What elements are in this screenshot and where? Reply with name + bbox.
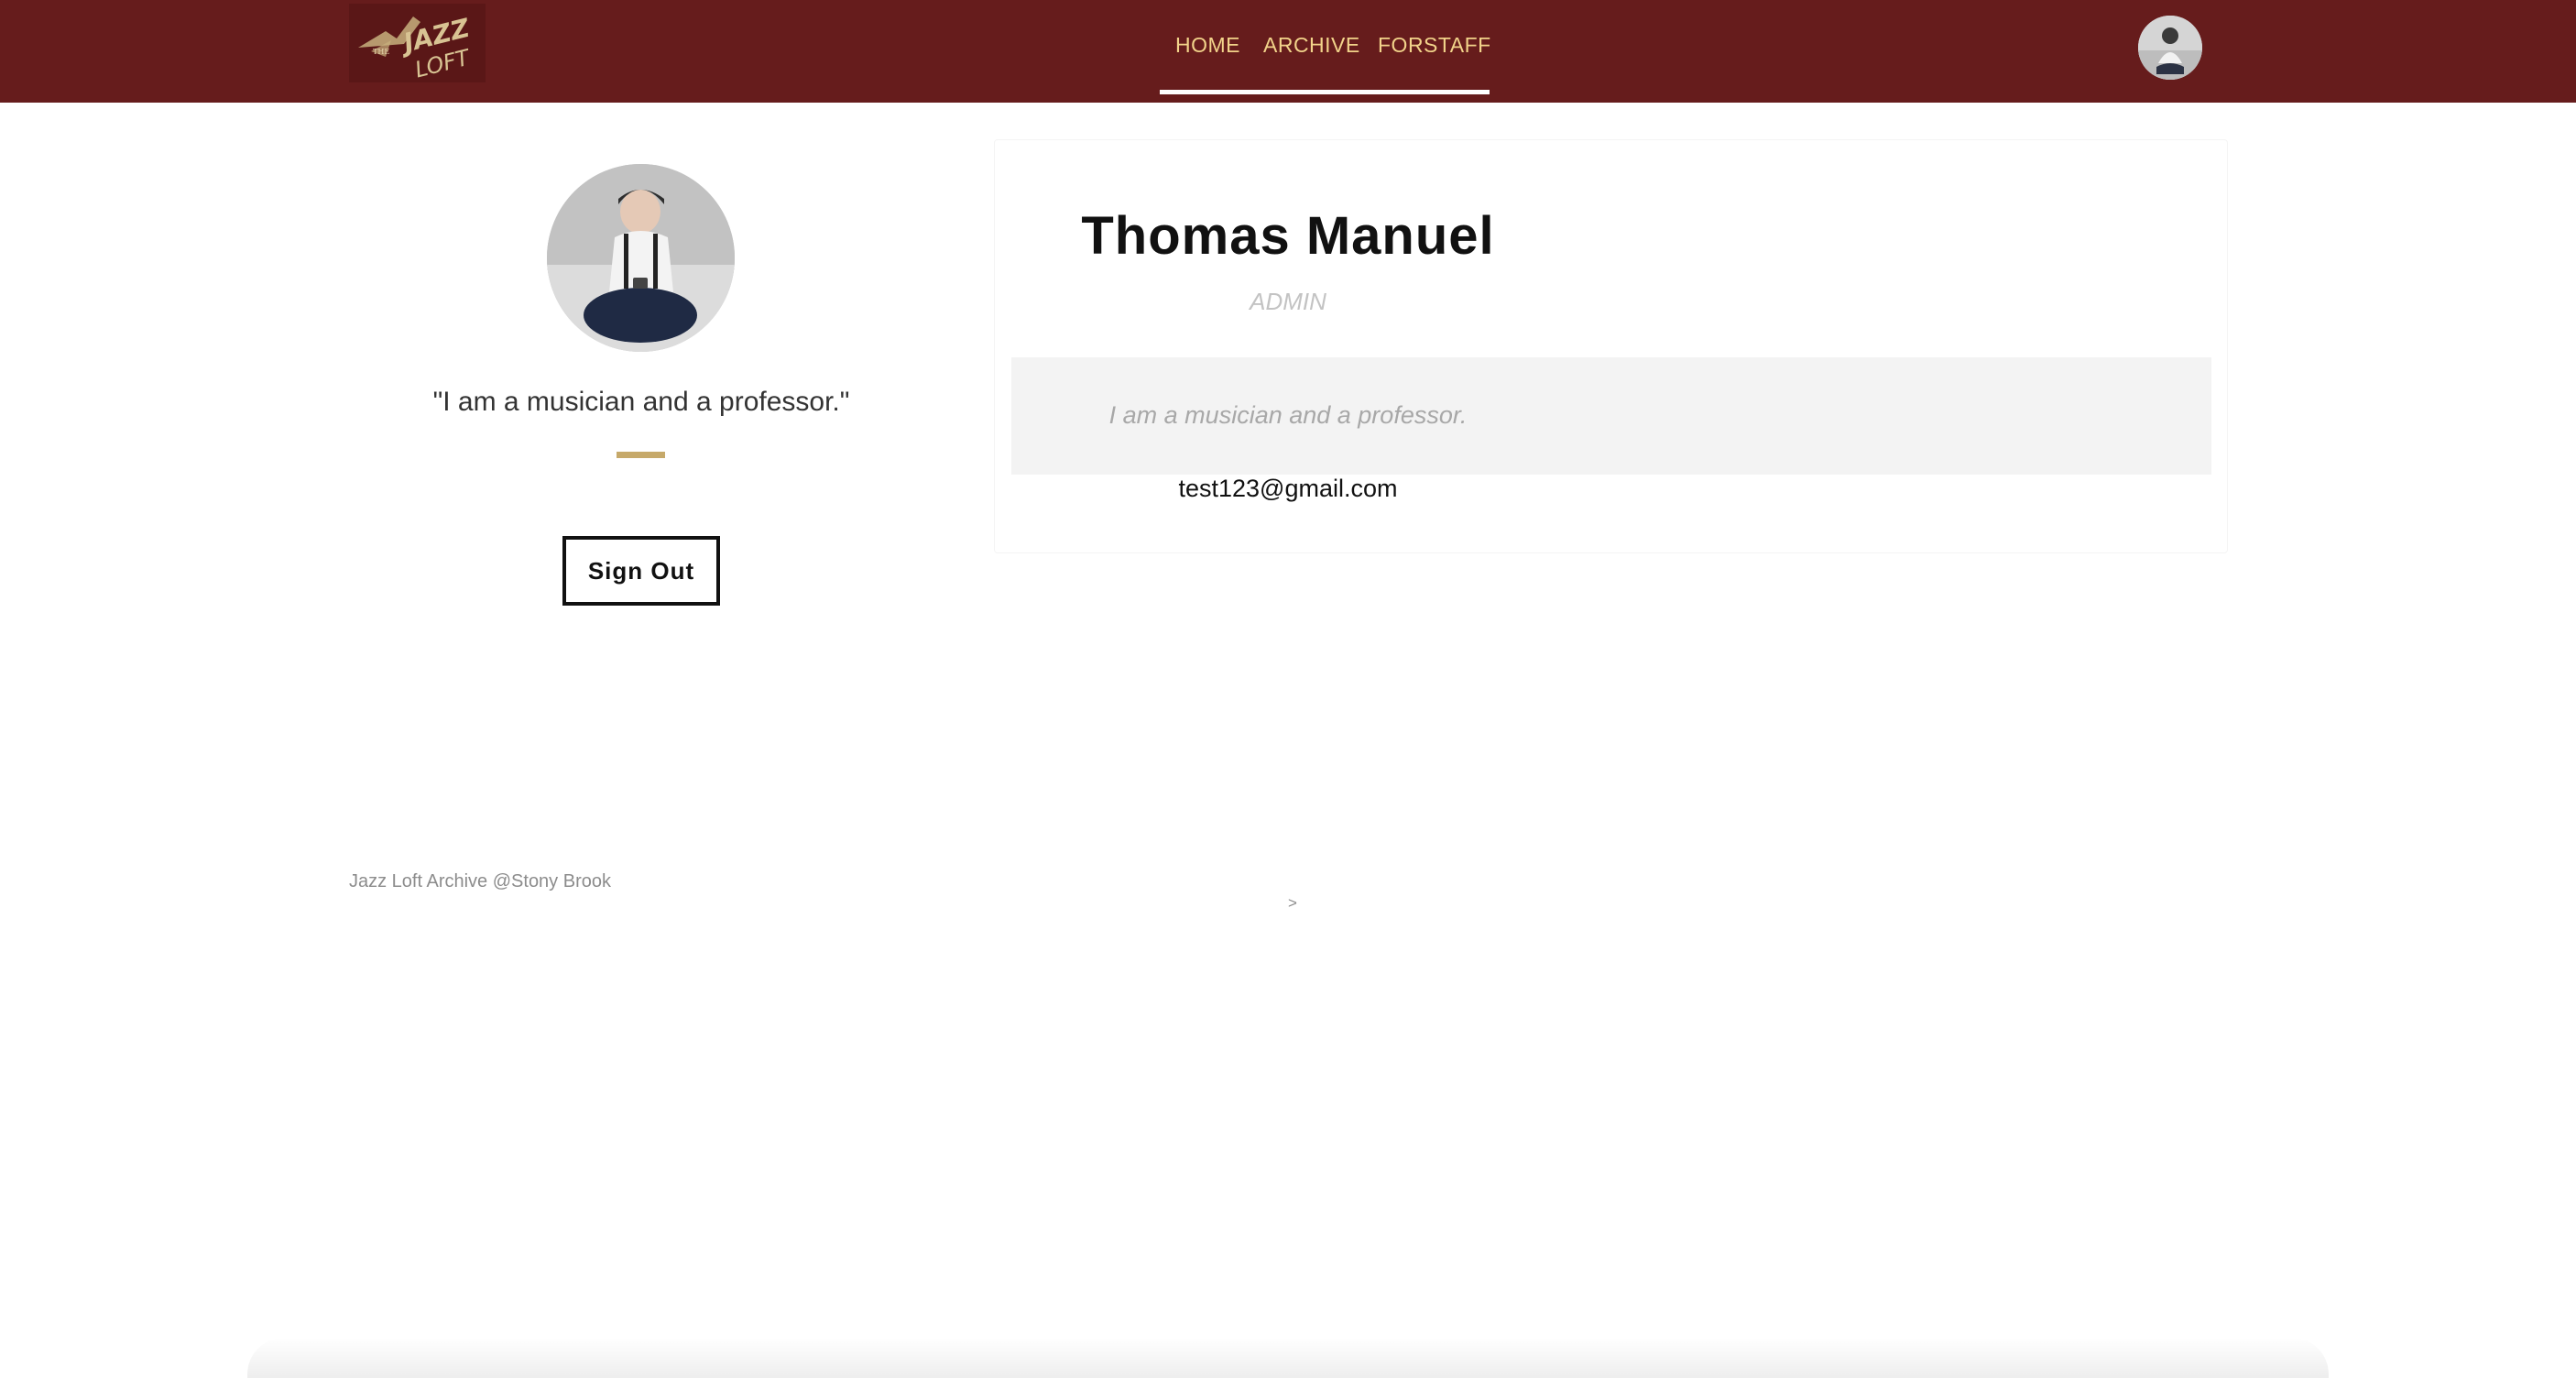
footer-text: Jazz Loft Archive @Stony Brook bbox=[349, 871, 611, 891]
footer-chevron-icon[interactable]: > bbox=[1288, 894, 1297, 913]
profile-bio: I am a musician and a professor. bbox=[1108, 401, 1468, 429]
top-navbar: THE JAZZ LOFT HOME ARCHIVE FORSTAFF bbox=[0, 0, 2576, 103]
gold-divider bbox=[617, 452, 665, 458]
profile-email: test123@gmail.com bbox=[1178, 475, 1398, 502]
user-avatar-button[interactable] bbox=[2138, 16, 2202, 80]
main-nav: HOME ARCHIVE FORSTAFF bbox=[1160, 0, 1490, 95]
svg-text:THE: THE bbox=[373, 48, 389, 56]
nav-home-link[interactable]: HOME bbox=[1175, 33, 1240, 58]
logo-icon: THE JAZZ LOFT bbox=[358, 13, 474, 82]
avatar-icon bbox=[2138, 16, 2202, 80]
bottom-shadow bbox=[247, 1338, 2329, 1378]
jazz-loft-logo[interactable]: THE JAZZ LOFT bbox=[349, 4, 486, 82]
nav-forstaff-link[interactable]: FORSTAFF bbox=[1378, 33, 1491, 58]
profile-role: ADMIN bbox=[1250, 288, 1326, 315]
active-nav-underline bbox=[1160, 90, 1490, 94]
sign-out-button[interactable]: Sign Out bbox=[562, 536, 720, 606]
nav-archive-link[interactable]: ARCHIVE bbox=[1263, 33, 1360, 58]
profile-name: Thomas Manuel bbox=[1081, 206, 1495, 266]
